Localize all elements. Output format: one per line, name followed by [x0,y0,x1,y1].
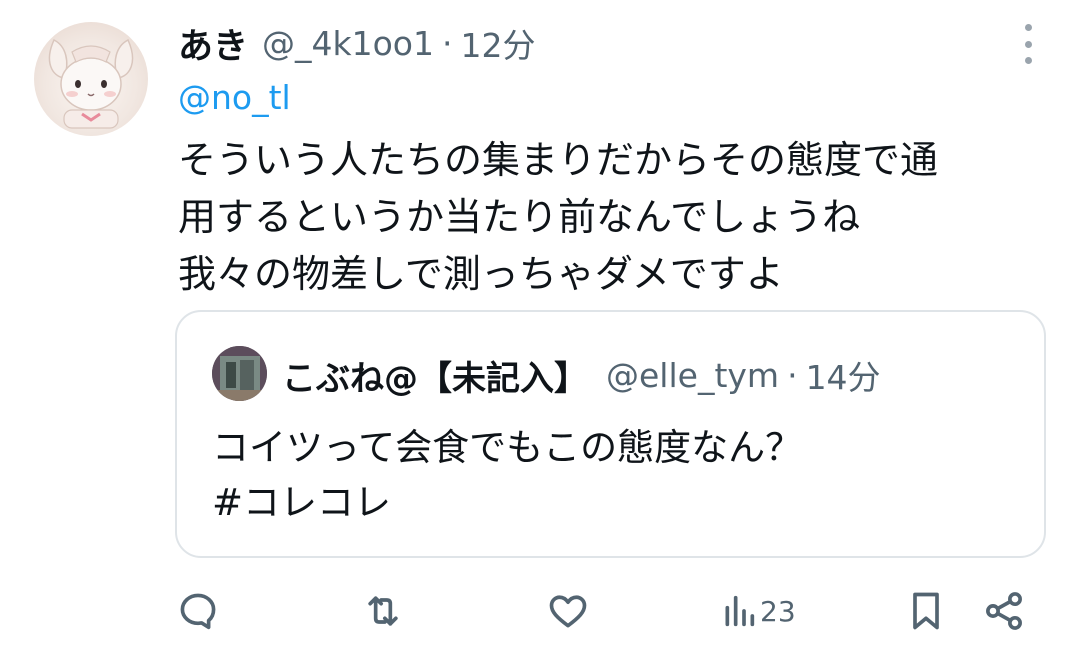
more-options-icon[interactable] [1016,24,1040,64]
quoted-author-display-name[interactable]: こぶね@【未記入】 [282,351,588,400]
tweet-timestamp[interactable]: 12分 [461,19,536,67]
retweet-icon [368,596,398,626]
reply-icon [180,593,216,630]
author-handle[interactable]: @_4k1oo1 [262,24,434,63]
more-dot [1024,24,1032,31]
author-avatar[interactable] [34,22,148,136]
views-count: 23 [760,594,796,628]
rabbit-avatar-illustration [48,38,134,129]
separator-dot: · [442,23,453,63]
quoted-tweet-timestamp[interactable]: 14分 [806,351,881,399]
quoted-text-line: コイツって会食でもこの態度なん？ [212,426,803,469]
views-button[interactable]: 23 [722,588,796,634]
share-button[interactable] [982,588,1026,634]
author-display-name[interactable]: あき [178,18,248,69]
views-icon [725,595,755,627]
share-icon [986,592,1022,630]
tweet-text-line: そういう人たちの集まりだからその態度で通 [178,138,939,182]
more-dot [1024,57,1032,64]
quoted-hashtag[interactable]: #コレコレ [212,475,1032,530]
reply-to-mention[interactable]: @no_tl [178,78,291,117]
quoted-author-handle[interactable]: @elle_tym [606,356,779,395]
like-button[interactable] [545,588,591,634]
quoted-author-avatar[interactable] [212,346,267,401]
quoted-avatar-image [212,346,267,401]
quoted-tweet-card[interactable]: こぶね@【未記入】 @elle_tym · 14分 コイツって会食でもこの態度な… [175,310,1046,558]
retweet-button[interactable] [360,588,406,634]
tweet-action-bar: 23 [0,580,1080,640]
quoted-tweet-text: コイツって会食でもこの態度なん？ #コレコレ [212,420,1032,530]
tweet-text: そういう人たちの集まりだからその態度で通 用するというか当たり前なんでしょうね … [178,132,1048,303]
quoted-tweet-header: こぶね@【未記入】 @elle_tym · 14分 [282,350,881,400]
bookmark-icon [913,592,939,630]
like-icon [549,595,587,628]
reply-button[interactable] [176,588,220,634]
tweet-text-line: 用するというか当たり前なんでしょうね [178,195,861,239]
separator-dot: · [787,355,798,395]
tweet-text-line: 我々の物差しで測っちゃダメですよ [178,252,784,296]
tweet-header: あき @_4k1oo1 · 12分 [178,18,536,68]
more-dot [1024,40,1032,48]
bookmark-button[interactable] [906,588,946,634]
